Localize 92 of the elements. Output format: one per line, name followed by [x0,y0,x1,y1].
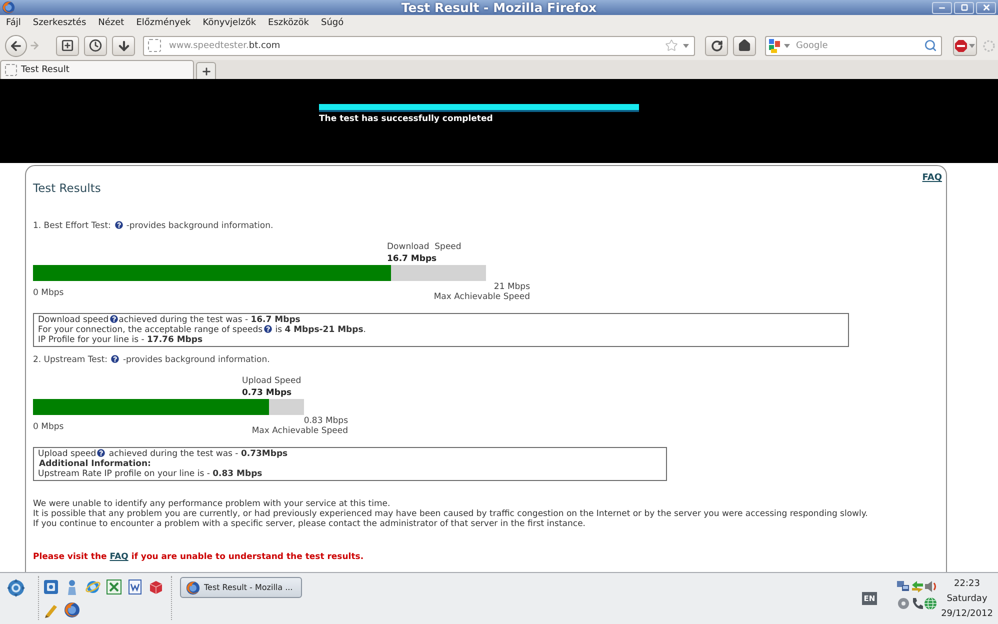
dashed-square-icon[interactable] [148,39,161,52]
test-heading: 2. Upstream Test: -provides background information. [33,355,271,365]
browser-logo-icon [2,1,15,14]
max-speed: 0.83 Mbps [304,416,348,426]
summary-line: Download speed achieved during the test was - 16.7 Mbps [38,315,302,325]
banner-message: The test has successfully completed [319,114,493,124]
max-speed: 21 Mbps [494,282,530,292]
caret-icon [784,44,790,48]
results-title: Test Results [33,181,101,195]
downloads-button[interactable] [112,36,135,56]
summary-line: Upstream Rate IP profile on your line is - 0.83 Mbps [38,469,264,479]
browser-logo-icon [186,580,200,594]
help-icon[interactable] [111,355,120,363]
maximize-icon [960,4,968,11]
monitors-icon[interactable] [897,580,910,593]
document-icon[interactable] [127,579,143,595]
speed-value: 16.7 Mbps [387,253,437,265]
menu-item[interactable]: Súgó [314,17,350,29]
speaker-icon[interactable] [924,580,938,593]
max-speed-label: Max Achievable Speed [252,426,348,436]
blocker-button[interactable] [953,36,977,56]
back-button[interactable] [5,34,27,56]
minimize-button[interactable] [932,2,952,14]
summary-line: Upload speed achieved during the test was - 0.73Mbps [38,449,289,459]
min-speed: 0 Mbps [33,422,64,432]
window-title: Test Result - Mozilla Firefox [401,0,597,15]
summary-line: IP Profile for your line is - 17.76 Mbps [38,335,204,345]
clock-time: 22:23 [954,578,980,591]
help-icon[interactable] [114,221,123,229]
url-text: www.speedtester.bt.com [169,40,280,52]
planet-icon[interactable] [85,579,101,595]
menu-item[interactable]: Nézet [92,17,130,29]
close-button[interactable] [976,2,996,14]
search-icon[interactable] [924,39,937,52]
max-speed-label: Max Achievable Speed [434,292,530,302]
new-tab-button[interactable] [196,62,216,79]
taskbar-button[interactable]: Test Result - Mozilla ... [180,577,302,598]
help-icon[interactable] [264,325,272,333]
square-app-icon[interactable] [43,579,59,595]
plus-square-icon [61,39,74,52]
dashed-square-icon [5,64,17,76]
compass-icon [7,579,25,597]
home-button[interactable] [733,36,756,56]
clock-icon [89,39,102,52]
dropdown-icon [969,44,975,48]
new-tab-button[interactable] [56,36,79,56]
loading-spinner-icon [983,40,995,52]
result-message: We were unable to identify any performance problem with your service at this time. [33,499,392,509]
faq-link[interactable]: FAQ [110,552,128,562]
tab[interactable]: Test Result [0,60,194,79]
summary-heading: Additional Information: [38,459,152,469]
spreadsheet-icon[interactable] [106,579,122,595]
menu-item[interactable]: Szerkesztés [26,17,92,29]
browser-logo-icon [64,602,80,618]
result-message: If you continue to encounter a problem with a specific server, please contact the administrator of that server in the first instance. [33,519,586,529]
start-button[interactable] [7,579,25,597]
reload-icon [710,40,722,52]
clock-date: 29/12/2012 [941,608,993,621]
menu-item[interactable]: Előzmények [130,17,197,29]
close-icon [982,3,990,12]
plus-icon [200,66,212,76]
faq-notice: Please visit the FAQ if you are unable to understand the test results. [33,552,365,562]
speed-label: Download Speed [387,241,462,253]
dropdown-icon [683,44,689,48]
menu-item[interactable]: Eszközök [262,17,315,29]
cube-icon[interactable] [148,579,164,595]
reload-button[interactable] [705,36,728,56]
faq-link[interactable]: FAQ [922,173,942,184]
maximize-button[interactable] [954,2,974,14]
home-icon [738,39,751,52]
help-icon[interactable] [97,449,106,457]
menu-item[interactable]: Fájl [0,17,27,29]
blocks-icon[interactable] [769,38,781,52]
menu-item[interactable]: Könyvjelzők [196,17,262,29]
speed-value: 0.73 Mbps [242,387,292,399]
stop-sign-icon [955,40,967,52]
star-icon[interactable] [665,39,678,52]
address-field[interactable]: www.speedtester.bt.com [143,36,695,56]
right-arrow-icon [29,40,40,51]
result-message: It is possible that any problem you are currently, or had previously experienced may have been caused by traffic congestion on the Internet or by the server you were accessing responding slowly. [33,509,869,519]
min-speed: 0 Mbps [33,288,64,298]
clock-day: Saturday [946,592,988,607]
help-icon[interactable] [110,315,118,323]
search-placeholder: Google [796,40,828,52]
pencil-icon[interactable] [43,602,59,618]
globe-icon[interactable] [924,597,938,610]
history-button[interactable] [84,36,107,56]
summary-line: For your connection, the acceptable range of speeds is 4 Mbps-21 Mbps. [38,325,367,335]
down-arrow-icon [116,38,130,52]
test-heading: 1. Best Effort Test: -provides background information. [33,221,274,231]
speed-label: Upload Speed [242,375,302,387]
phone-icon[interactable] [910,597,924,610]
